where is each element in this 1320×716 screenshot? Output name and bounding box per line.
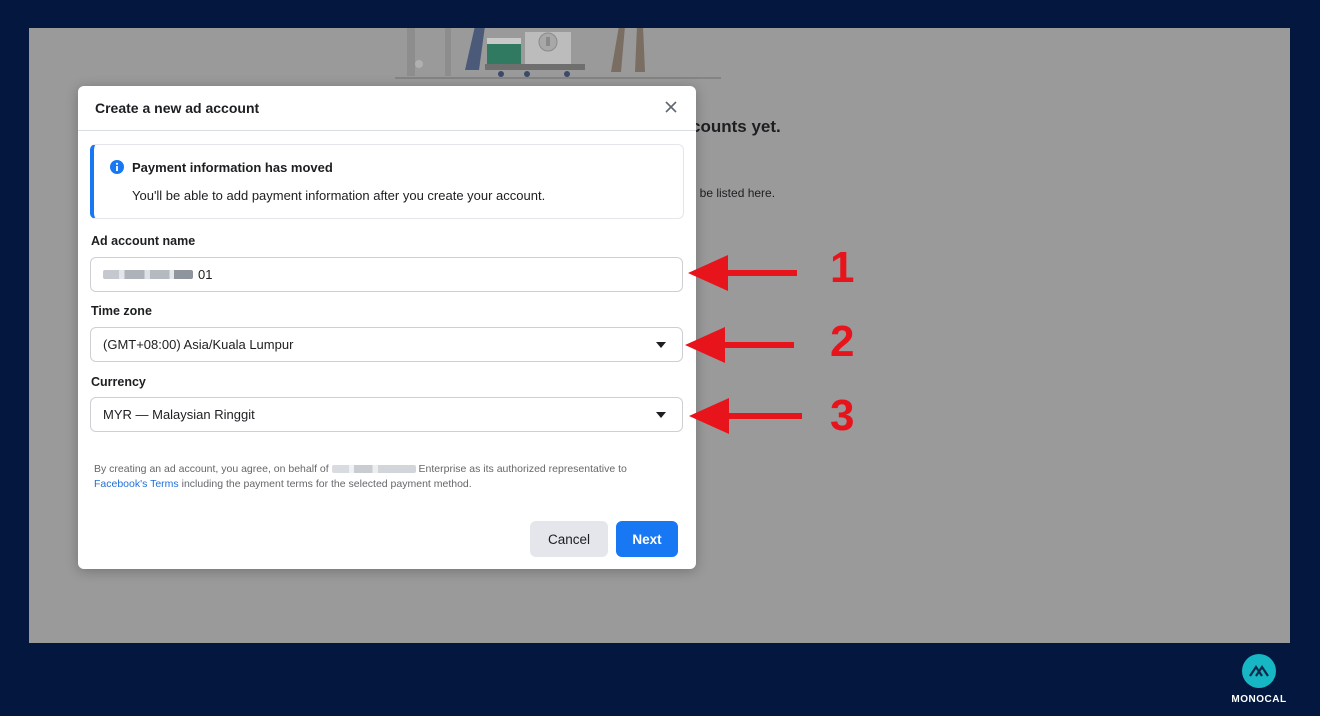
step-number-3: 3 xyxy=(830,391,855,440)
arrow-2 xyxy=(685,327,794,363)
brand-name: MONOCAL xyxy=(1231,694,1287,705)
step-number-1: 1 xyxy=(830,243,855,292)
monocal-logo-icon xyxy=(1242,654,1276,688)
step-number-2: 2 xyxy=(830,317,855,366)
arrow-1 xyxy=(688,255,797,291)
arrow-3 xyxy=(689,398,802,434)
annotation-arrows xyxy=(685,255,802,434)
brand-logo: MONOCAL xyxy=(1224,654,1294,710)
